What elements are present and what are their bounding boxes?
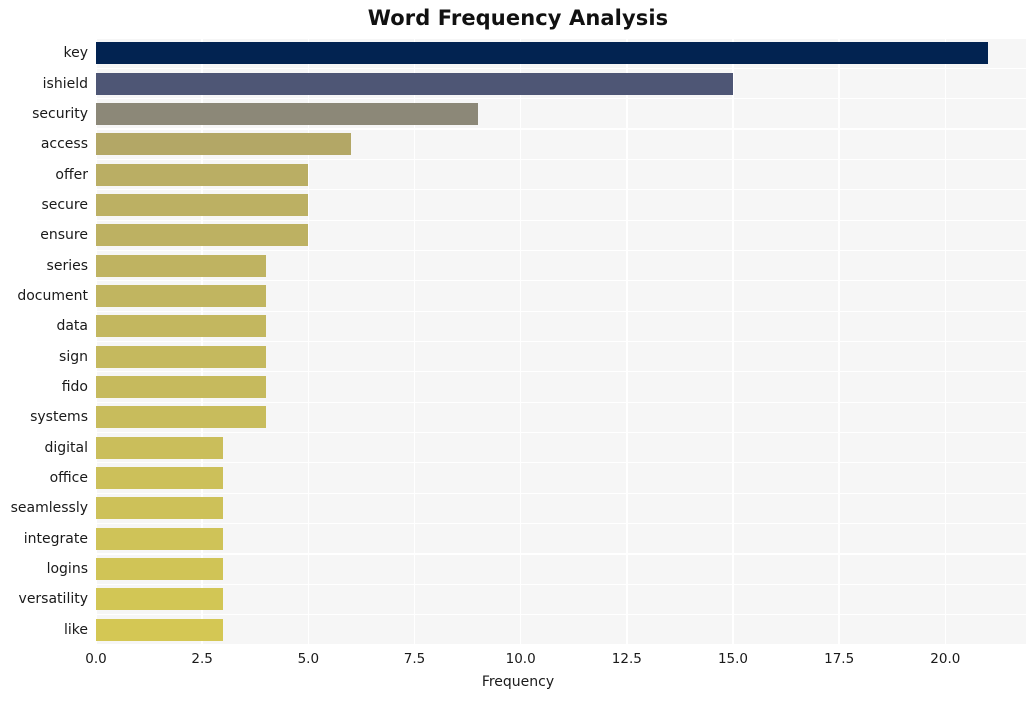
bar[interactable] [96, 527, 224, 550]
horizontal-gridline [96, 310, 1026, 312]
y-axis-tick-label: offer [55, 166, 88, 183]
horizontal-gridline [96, 492, 1026, 494]
horizontal-gridline [96, 340, 1026, 343]
horizontal-gridline [96, 189, 1026, 191]
y-axis-tick-label: series [46, 257, 88, 274]
horizontal-gridline [96, 462, 1026, 464]
y-axis-tick-label: seamlessly [10, 500, 88, 517]
bar[interactable] [96, 345, 266, 368]
bar[interactable] [96, 163, 309, 186]
y-axis-tick-label: sign [59, 348, 88, 365]
horizontal-gridline [96, 38, 1026, 39]
horizontal-gridline [96, 401, 1026, 403]
y-axis-tick-label: logins [46, 561, 88, 578]
y-axis-tick-label: office [49, 470, 88, 487]
plot-area [96, 38, 1026, 645]
chart-figure: Word Frequency Analysis key ishield securi… [0, 0, 1036, 701]
bar[interactable] [96, 284, 266, 307]
x-axis-tick-label: 15.0 [717, 651, 749, 667]
horizontal-gridline [96, 553, 1026, 555]
horizontal-gridline [96, 158, 1026, 160]
y-axis-tick-label: key [63, 45, 88, 62]
x-axis-tick-label: 0.0 [85, 651, 107, 667]
horizontal-gridline [96, 583, 1026, 585]
y-axis-tick-label: secure [41, 196, 88, 213]
y-axis-tick-label: document [17, 287, 88, 304]
x-axis-tick-label: 5.0 [297, 651, 320, 667]
horizontal-gridline [96, 98, 1026, 100]
bar[interactable] [96, 588, 224, 611]
y-axis-tick-label: versatility [18, 591, 88, 608]
y-axis-tick-labels: key ishield security access offer secure ensur… [0, 38, 88, 645]
x-axis-tick-label: 7.5 [403, 651, 426, 667]
x-axis-tick-label: 12.5 [611, 651, 642, 667]
x-axis-title: Frequency [0, 674, 1036, 690]
y-axis-tick-label: like [63, 621, 88, 638]
horizontal-gridline [96, 371, 1026, 373]
y-axis-tick-label: fido [61, 379, 88, 396]
bar[interactable] [96, 467, 224, 490]
bar[interactable] [96, 406, 266, 429]
bar[interactable] [96, 315, 266, 338]
bar[interactable] [96, 376, 266, 399]
horizontal-gridline [96, 67, 1026, 69]
bar[interactable] [96, 254, 266, 277]
page-title: Word Frequency Analysis [367, 6, 669, 30]
y-axis-tick-label: data [56, 318, 88, 335]
horizontal-gridline [96, 431, 1026, 434]
bar[interactable] [96, 497, 224, 520]
y-axis-tick-label: systems [30, 409, 88, 426]
x-axis-tick-labels: 0.0 2.5 5.0 7.5 10.0 12.5 15.0 17.5 20.0 [0, 651, 1036, 675]
bar[interactable] [96, 193, 309, 216]
y-axis-tick-label: access [40, 136, 88, 153]
x-axis-tick-label: 2.5 [191, 651, 213, 667]
bar[interactable] [96, 102, 479, 125]
bar[interactable] [96, 72, 733, 95]
bar[interactable] [96, 133, 351, 156]
horizontal-gridline [96, 523, 1026, 525]
x-axis-tick-label: 17.5 [824, 651, 855, 667]
x-axis-tick-label: 20.0 [930, 651, 961, 667]
x-axis-title-text: Frequency [481, 674, 555, 690]
y-axis-tick-label: ishield [42, 75, 88, 92]
horizontal-gridline [96, 219, 1026, 221]
y-axis-tick-label: integrate [23, 530, 88, 547]
y-axis-tick-label: ensure [40, 227, 88, 244]
bar[interactable] [96, 436, 224, 459]
x-axis-tick-label: 10.0 [505, 651, 536, 667]
horizontal-gridline [96, 614, 1026, 616]
horizontal-gridline [96, 644, 1026, 645]
y-axis-tick-label: security [32, 105, 88, 122]
horizontal-gridline [96, 128, 1026, 130]
bar[interactable] [96, 224, 309, 247]
y-axis-tick-label: digital [44, 439, 88, 456]
bar[interactable] [96, 42, 988, 65]
horizontal-gridline [96, 280, 1026, 282]
bar[interactable] [96, 618, 224, 641]
bar[interactable] [96, 558, 224, 581]
horizontal-gridline [96, 249, 1026, 252]
